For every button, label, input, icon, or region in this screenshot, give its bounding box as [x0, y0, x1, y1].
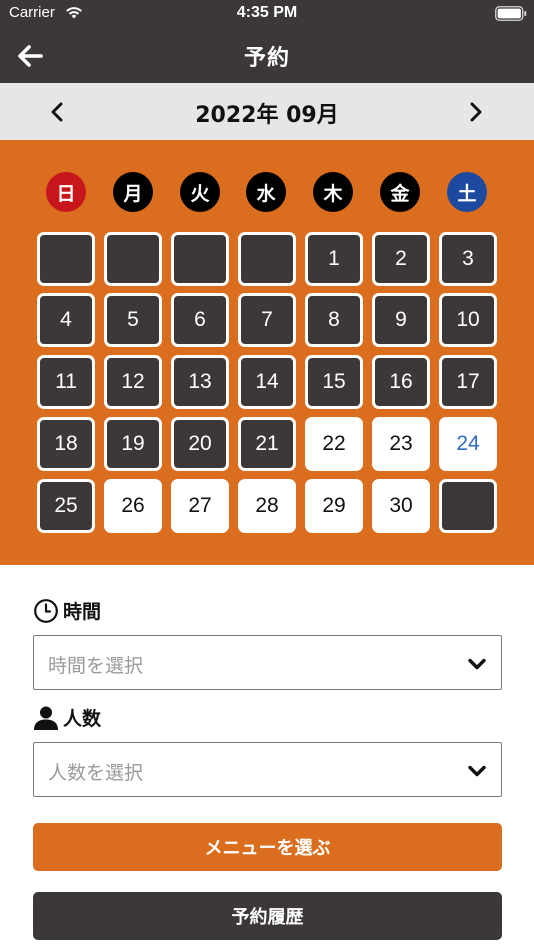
calendar-day-unavailable: 25 [37, 479, 95, 533]
calendar-day-unavailable: 13 [171, 355, 229, 409]
clock-icon [34, 598, 58, 623]
select-menu-button[interactable]: メニューを選ぶ [33, 823, 502, 871]
calendar-day-available[interactable]: 24 [439, 417, 497, 471]
time-select[interactable]: 時間を選択 [33, 635, 502, 690]
calendar-day-empty [104, 232, 162, 286]
calendar: 日月火水木金土 1 2 3 4 5 6 7 8 9 10 11 12 13 14 15 16 17 18 19 20 21… [0, 140, 534, 565]
weekday-header: 土 [447, 172, 487, 212]
weekday-header: 日 [46, 172, 86, 212]
calendar-day-available[interactable]: 28 [238, 479, 296, 533]
people-label-row: 人数 [33, 704, 101, 731]
calendar-day-unavailable: 6 [171, 293, 229, 347]
weekday-header: 月 [113, 172, 153, 212]
calendar-day-unavailable: 9 [372, 293, 430, 347]
calendar-day-unavailable: 20 [171, 417, 229, 471]
time-label-row: 時間 [33, 597, 101, 624]
top-bar: Carrier 4:35 PM 予約 [0, 0, 534, 83]
calendar-day-unavailable: 12 [104, 355, 162, 409]
calendar-day-unavailable: 17 [439, 355, 497, 409]
calendar-day-available[interactable]: 30 [372, 479, 430, 533]
calendar-day-unavailable: 10 [439, 293, 497, 347]
calendar-day-available[interactable]: 27 [171, 479, 229, 533]
chevron-right-icon [470, 102, 482, 122]
chevron-down-icon [468, 765, 486, 777]
calendar-day-unavailable: 21 [238, 417, 296, 471]
time-label: 時間 [63, 601, 102, 623]
month-bar: 2022年 09月 [0, 83, 534, 140]
people-label: 人数 [63, 708, 102, 730]
calendar-day-empty [238, 232, 296, 286]
nav-bar: 予約 [0, 28, 534, 83]
calendar-day-available[interactable]: 22 [305, 417, 363, 471]
calendar-day-unavailable: 1 [305, 232, 363, 286]
calendar-day-unavailable: 2 [372, 232, 430, 286]
calendar-day-empty [37, 232, 95, 286]
person-icon [34, 706, 58, 730]
status-time: 4:35 PM [236, 4, 298, 21]
calendar-day-empty [171, 232, 229, 286]
calendar-day-unavailable: 4 [37, 293, 95, 347]
weekday-header: 水 [246, 172, 286, 212]
calendar-day-unavailable: 14 [238, 355, 296, 409]
calendar-day-unavailable: 8 [305, 293, 363, 347]
calendar-day-unavailable: 15 [305, 355, 363, 409]
calendar-day-unavailable: 19 [104, 417, 162, 471]
next-month-button[interactable] [459, 95, 493, 129]
calendar-day-unavailable: 16 [372, 355, 430, 409]
people-select[interactable]: 人数を選択 [33, 742, 502, 797]
weekday-header: 木 [313, 172, 353, 212]
calendar-day-unavailable: 7 [238, 293, 296, 347]
calendar-day-unavailable: 3 [439, 232, 497, 286]
calendar-day-available[interactable]: 26 [104, 479, 162, 533]
reservation-history-button[interactable]: 予約履歴 [33, 892, 502, 940]
calendar-day-unavailable: 18 [37, 417, 95, 471]
calendar-day-empty [439, 479, 497, 533]
calendar-day-available[interactable]: 23 [372, 417, 430, 471]
time-select-placeholder: 時間を選択 [48, 655, 144, 677]
calendar-day-unavailable: 5 [104, 293, 162, 347]
people-select-placeholder: 人数を選択 [48, 762, 144, 784]
calendar-day-available[interactable]: 29 [305, 479, 363, 533]
weekday-header: 金 [380, 172, 420, 212]
status-bar: Carrier 4:35 PM [0, 0, 534, 28]
calendar-day-unavailable: 11 [37, 355, 95, 409]
battery-icon [495, 6, 527, 21]
chevron-down-icon [468, 658, 486, 670]
month-title: 2022年 09月 [195, 103, 339, 128]
weekday-header: 火 [180, 172, 220, 212]
page-title: 予約 [243, 46, 290, 71]
